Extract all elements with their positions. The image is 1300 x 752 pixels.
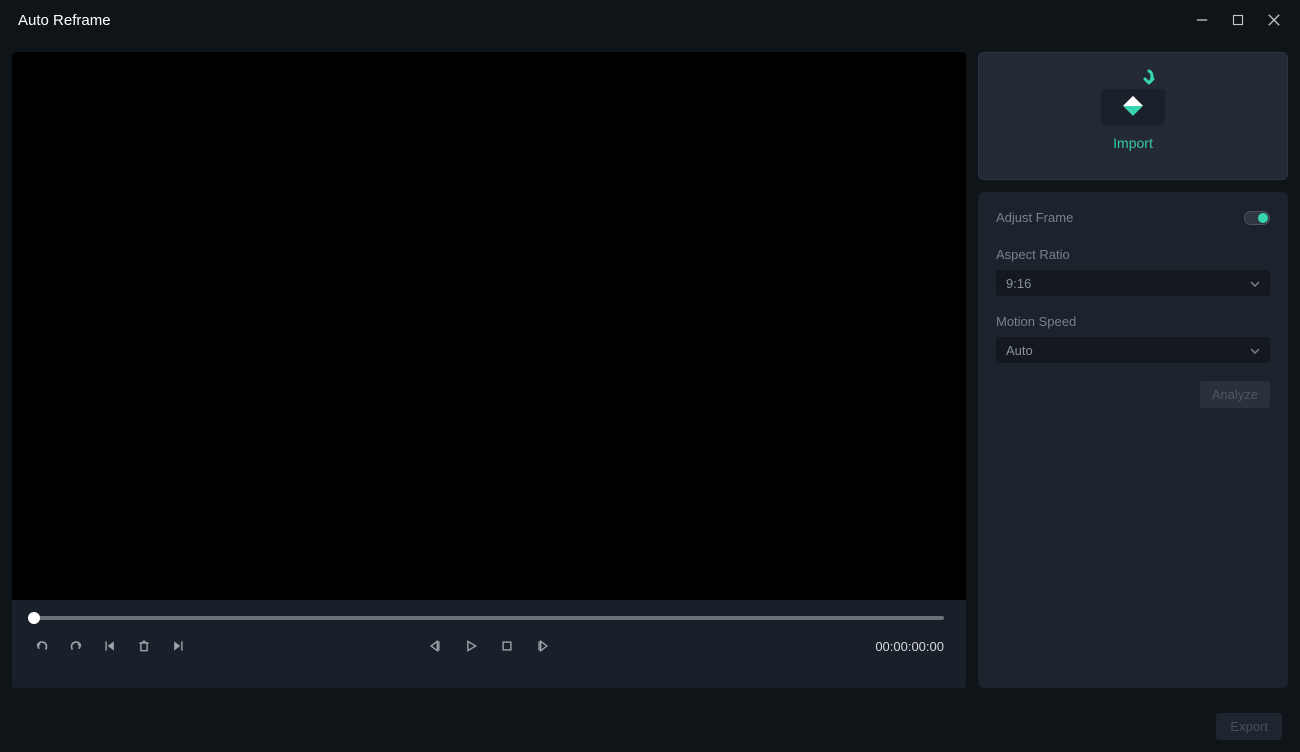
chevron-down-icon bbox=[1250, 341, 1260, 359]
aspect-ratio-select[interactable]: 9:16 bbox=[996, 270, 1270, 296]
skip-start-icon[interactable] bbox=[102, 638, 118, 654]
chevron-down-icon bbox=[1250, 274, 1260, 292]
download-arrow-icon bbox=[1139, 69, 1159, 93]
aspect-ratio-label: Aspect Ratio bbox=[996, 247, 1270, 262]
adjust-frame-label: Adjust Frame bbox=[996, 210, 1073, 225]
aspect-ratio-value: 9:16 bbox=[1006, 276, 1031, 291]
titlebar: Auto Reframe bbox=[0, 0, 1300, 40]
import-icon bbox=[1099, 81, 1167, 125]
stop-icon[interactable] bbox=[499, 638, 515, 654]
playhead[interactable] bbox=[28, 612, 40, 624]
settings-panel: Adjust Frame Aspect Ratio 9:16 Motion Sp… bbox=[978, 192, 1288, 688]
skip-end-icon[interactable] bbox=[170, 638, 186, 654]
analyze-button[interactable]: Analyze bbox=[1200, 381, 1270, 408]
video-preview[interactable] bbox=[12, 52, 966, 600]
controls-row: 00:00:00:00 bbox=[34, 638, 944, 654]
delete-icon[interactable] bbox=[136, 638, 152, 654]
undo-icon[interactable] bbox=[34, 638, 50, 654]
footer: Export bbox=[0, 700, 1300, 752]
window-title: Auto Reframe bbox=[18, 12, 111, 29]
frame-forward-icon[interactable] bbox=[535, 638, 551, 654]
playback-controls bbox=[427, 638, 551, 654]
motion-speed-label: Motion Speed bbox=[996, 314, 1270, 329]
frame-back-icon[interactable] bbox=[427, 638, 443, 654]
timeline-area: 00:00:00:00 bbox=[12, 600, 966, 688]
minimize-button[interactable] bbox=[1194, 12, 1210, 28]
export-button[interactable]: Export bbox=[1216, 713, 1282, 740]
close-button[interactable] bbox=[1266, 12, 1282, 28]
redo-icon[interactable] bbox=[68, 638, 84, 654]
import-label: Import bbox=[1113, 135, 1153, 151]
play-icon[interactable] bbox=[463, 638, 479, 654]
import-button[interactable]: Import bbox=[978, 52, 1288, 180]
adjust-frame-row: Adjust Frame bbox=[996, 210, 1270, 225]
timecode: 00:00:00:00 bbox=[875, 639, 944, 654]
edit-controls bbox=[34, 638, 186, 654]
main-content: 00:00:00:00 Import Adjust Frame bbox=[0, 40, 1300, 700]
right-panel: Import Adjust Frame Aspect Ratio 9:16 Mo… bbox=[978, 52, 1288, 688]
motion-speed-value: Auto bbox=[1006, 343, 1033, 358]
adjust-frame-toggle[interactable] bbox=[1244, 211, 1270, 225]
timeline-track[interactable] bbox=[34, 616, 944, 620]
maximize-button[interactable] bbox=[1230, 12, 1246, 28]
motion-speed-select[interactable]: Auto bbox=[996, 337, 1270, 363]
window-controls bbox=[1194, 12, 1282, 28]
preview-panel: 00:00:00:00 bbox=[12, 52, 966, 688]
